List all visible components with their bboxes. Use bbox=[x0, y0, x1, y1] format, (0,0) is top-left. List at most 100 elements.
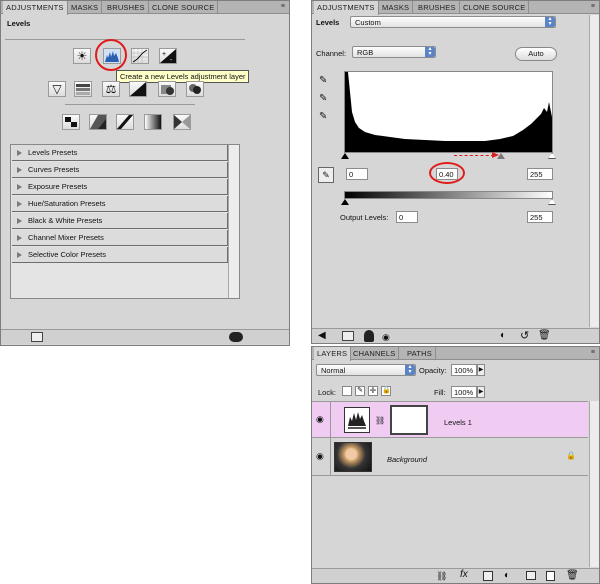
layer-name[interactable]: Levels 1 bbox=[444, 418, 472, 427]
adjustments-panel-left: ADJUSTMENTS MASKS BRUSHES CLONE SOURCE ≡… bbox=[0, 0, 290, 346]
input-white-field[interactable]: 255 bbox=[527, 168, 553, 180]
layer-name[interactable]: Background bbox=[387, 455, 427, 464]
tab-channels[interactable]: CHANNELS bbox=[350, 347, 400, 360]
presets-list: Levels Presets Curves Presets Exposure P… bbox=[10, 144, 240, 299]
eyedropper-gray-icon[interactable]: ✎ bbox=[319, 93, 327, 104]
fill-field[interactable]: 100% bbox=[451, 386, 477, 398]
list-item[interactable]: Channel Mixer Presets bbox=[12, 230, 228, 246]
clip-to-layer-icon[interactable]: ✎ bbox=[318, 167, 334, 183]
trash-icon[interactable]: 🗑 bbox=[566, 570, 579, 581]
blend-mode-value: Normal bbox=[321, 366, 346, 375]
scrollbar[interactable] bbox=[589, 15, 599, 327]
levels-adjustment-thumbnail bbox=[344, 407, 370, 433]
color-balance-icon[interactable]: ⚖ bbox=[102, 81, 120, 97]
output-black-slider[interactable] bbox=[341, 199, 349, 205]
output-white-field[interactable]: 255 bbox=[527, 211, 553, 223]
tab-clone-source[interactable]: CLONE SOURCE bbox=[149, 1, 219, 14]
invert-icon[interactable] bbox=[62, 114, 80, 130]
new-adjustment-icon[interactable]: ◐ bbox=[504, 570, 510, 581]
opacity-field[interactable]: 100% bbox=[451, 364, 477, 376]
link-icon[interactable]: ⛓ bbox=[375, 416, 385, 425]
opacity-arrow-icon[interactable]: ▶ bbox=[477, 364, 485, 376]
channel-mixer-icon[interactable] bbox=[186, 81, 204, 97]
view-previous-icon[interactable]: ◐ bbox=[500, 330, 506, 341]
preset-label: Curves Presets bbox=[28, 165, 80, 174]
disclosure-triangle-icon[interactable] bbox=[17, 235, 22, 241]
eyedropper-white-icon[interactable]: ✎ bbox=[319, 111, 327, 122]
vibrance-icon[interactable]: ▽ bbox=[48, 81, 66, 97]
output-black-field[interactable]: 0 bbox=[396, 211, 418, 223]
disclosure-triangle-icon[interactable] bbox=[17, 150, 22, 156]
blend-mode-select[interactable]: Normal ▴ ▾ bbox=[316, 364, 416, 376]
bottom-toolbar: ◀ ◉ ◐ ↺ 🗑 bbox=[312, 328, 599, 343]
gradient-map-icon[interactable] bbox=[144, 114, 162, 130]
disclosure-triangle-icon[interactable] bbox=[17, 201, 22, 207]
disclosure-triangle-icon[interactable] bbox=[17, 167, 22, 173]
reset-icon[interactable]: ↺ bbox=[520, 329, 529, 342]
panel-menu-icon[interactable]: ≡ bbox=[281, 3, 285, 10]
preset-select[interactable]: Custom ▴ ▾ bbox=[350, 16, 556, 28]
clip-layer-icon[interactable] bbox=[364, 330, 374, 342]
scrollbar[interactable] bbox=[589, 401, 599, 567]
hue-saturation-icon[interactable] bbox=[74, 81, 92, 97]
toggle-visibility-icon[interactable] bbox=[229, 332, 243, 342]
input-black-field[interactable]: 0 bbox=[346, 168, 368, 180]
tab-layers[interactable]: LAYERS bbox=[314, 347, 352, 361]
expanded-view-icon[interactable] bbox=[342, 331, 354, 341]
eye-icon[interactable]: ◉ bbox=[316, 451, 324, 462]
tab-adjustments[interactable]: ADJUSTMENTS bbox=[3, 1, 68, 15]
tab-masks[interactable]: MASKS bbox=[379, 1, 414, 14]
add-mask-icon[interactable] bbox=[483, 571, 493, 581]
list-item[interactable]: Curves Presets bbox=[12, 162, 228, 178]
list-item[interactable]: Exposure Presets bbox=[12, 179, 228, 195]
tab-adjustments[interactable]: ADJUSTMENTS bbox=[314, 1, 379, 15]
selective-color-icon[interactable] bbox=[173, 114, 191, 130]
output-white-slider[interactable] bbox=[548, 199, 556, 205]
list-item[interactable]: Black & White Presets bbox=[12, 213, 228, 229]
threshold-icon[interactable] bbox=[116, 114, 134, 130]
link-layers-icon[interactable]: ⛓ bbox=[436, 571, 447, 582]
auto-button[interactable]: Auto bbox=[515, 47, 557, 61]
disclosure-triangle-icon[interactable] bbox=[17, 218, 22, 224]
list-item[interactable]: Hue/Saturation Presets bbox=[12, 196, 228, 212]
black-white-icon[interactable] bbox=[129, 81, 147, 97]
list-item[interactable]: Levels Presets bbox=[12, 145, 228, 161]
tab-paths[interactable]: PATHS bbox=[404, 347, 436, 360]
back-arrow-icon[interactable]: ◀ bbox=[318, 330, 326, 341]
channel-select[interactable]: RGB ▴ ▾ bbox=[352, 46, 436, 58]
posterize-icon[interactable] bbox=[89, 114, 107, 130]
fill-arrow-icon[interactable]: ▶ bbox=[477, 386, 485, 398]
black-point-slider[interactable] bbox=[341, 153, 349, 159]
list-item[interactable]: Selective Color Presets bbox=[12, 247, 228, 263]
exposure-icon[interactable]: + - bbox=[159, 48, 177, 64]
lock-position-icon[interactable]: ✛ bbox=[368, 386, 378, 396]
photo-filter-icon[interactable] bbox=[158, 81, 176, 97]
clip-layer-icon[interactable] bbox=[31, 332, 43, 342]
curves-icon[interactable] bbox=[131, 48, 149, 64]
tab-brushes[interactable]: BRUSHES bbox=[104, 1, 149, 14]
trash-icon[interactable]: 🗑 bbox=[538, 330, 551, 341]
disclosure-triangle-icon[interactable] bbox=[17, 184, 22, 190]
lock-all-icon[interactable]: 🔒 bbox=[381, 386, 391, 396]
scrollbar[interactable] bbox=[228, 145, 239, 298]
layer-row-background[interactable]: ◉ Background 🔒 bbox=[312, 439, 588, 476]
divider bbox=[5, 39, 245, 40]
eye-icon[interactable]: ◉ bbox=[316, 414, 324, 425]
eye-icon[interactable]: ◉ bbox=[382, 332, 390, 343]
lock-transparent-icon[interactable] bbox=[342, 386, 352, 396]
tab-masks[interactable]: MASKS bbox=[68, 1, 103, 14]
new-layer-icon[interactable] bbox=[546, 571, 555, 581]
eyedropper-black-icon[interactable]: ✎ bbox=[319, 75, 327, 86]
fx-icon[interactable]: fx bbox=[460, 569, 468, 580]
lock-image-icon[interactable]: ✎ bbox=[355, 386, 365, 396]
tab-clone-source[interactable]: CLONE SOURCE bbox=[460, 1, 530, 14]
panel-menu-icon[interactable]: ≡ bbox=[591, 3, 595, 10]
layer-mask-thumbnail[interactable] bbox=[390, 405, 428, 435]
new-group-icon[interactable] bbox=[526, 571, 536, 580]
disclosure-triangle-icon[interactable] bbox=[17, 252, 22, 258]
panel-menu-icon[interactable]: ≡ bbox=[591, 349, 595, 356]
panel-title: Levels bbox=[316, 18, 340, 27]
tab-brushes[interactable]: BRUSHES bbox=[415, 1, 460, 14]
layer-row-levels[interactable]: ◉ ⛓ Levels 1 bbox=[312, 401, 588, 439]
brightness-icon[interactable]: ☀ bbox=[73, 48, 91, 64]
